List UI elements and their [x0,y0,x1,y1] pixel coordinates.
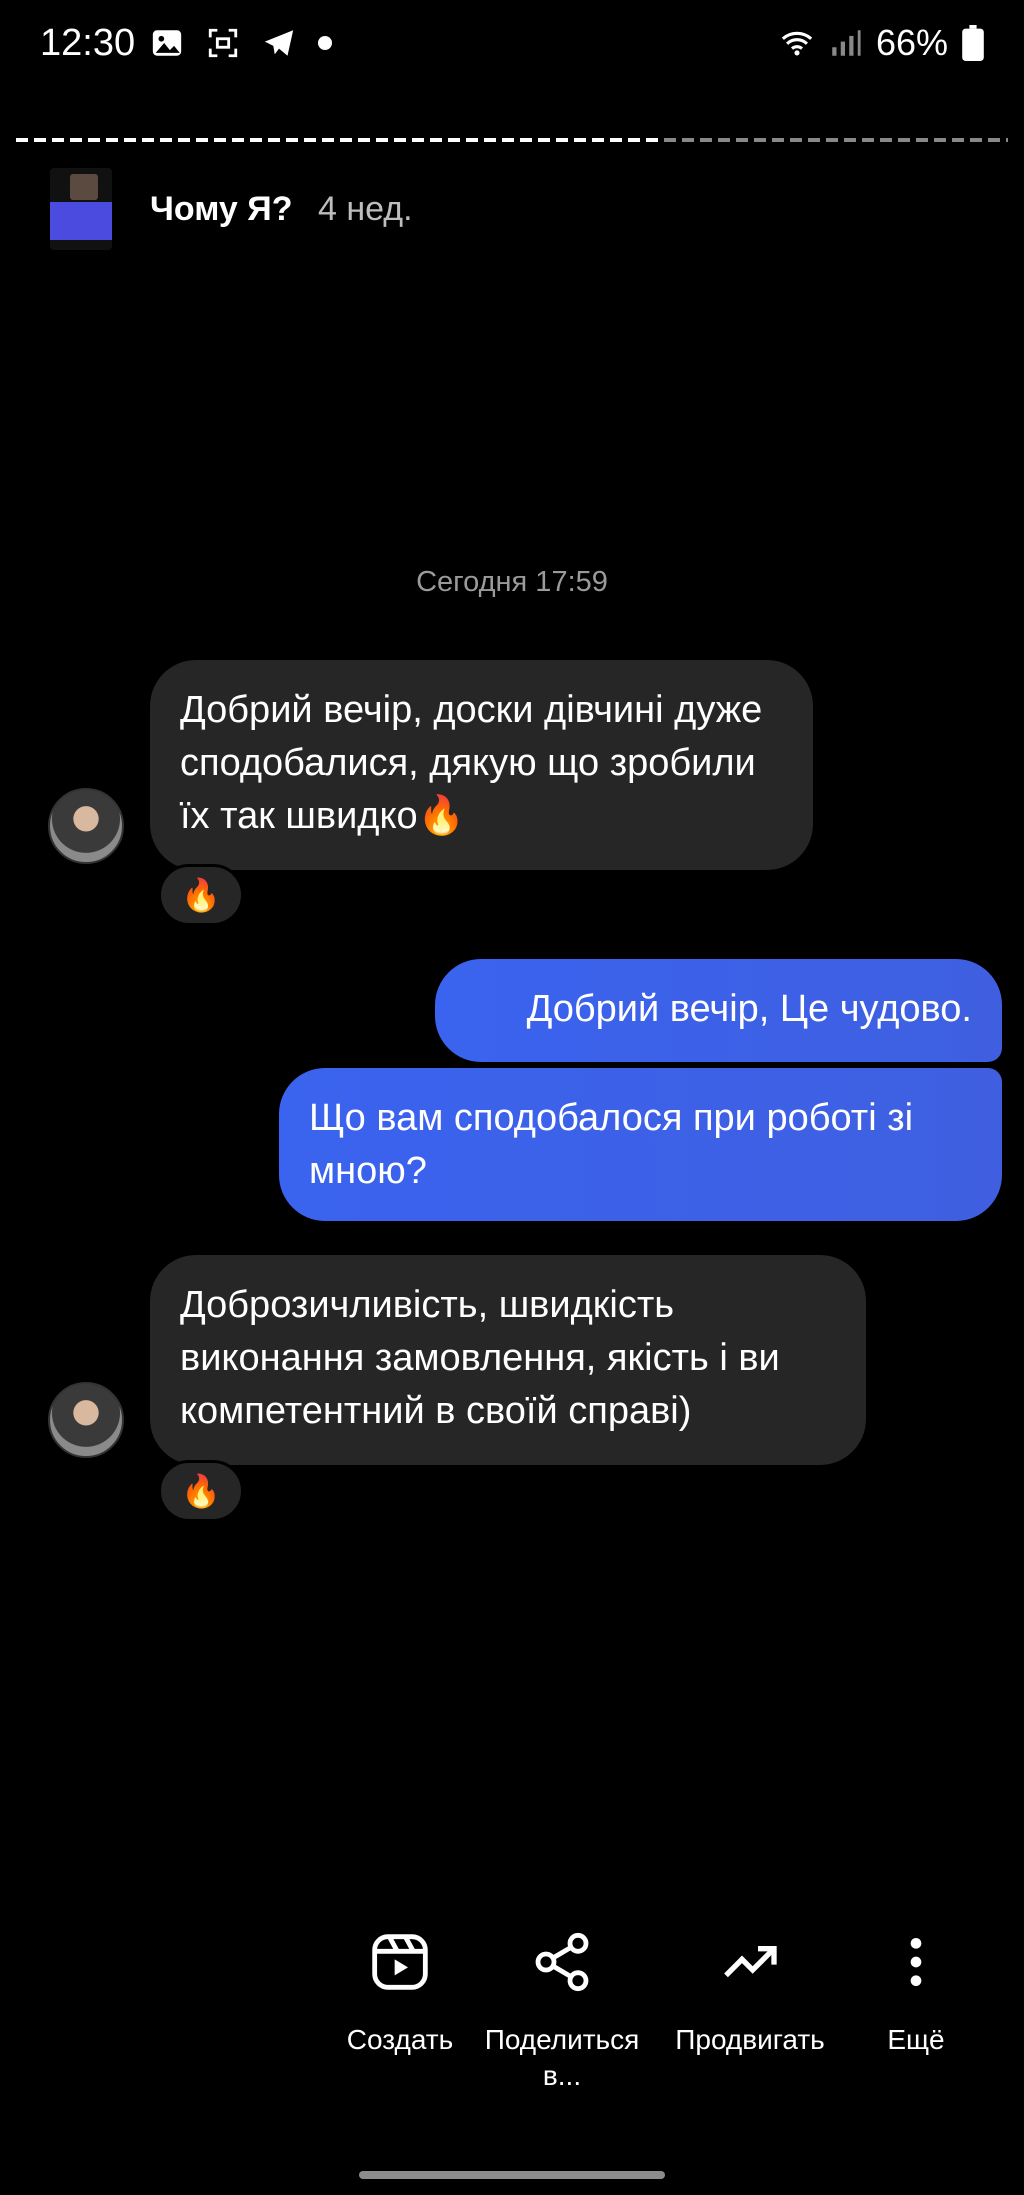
status-bar: 12:30 66% [0,0,1024,90]
reels-icon [372,1934,428,1990]
create-label: Создать [346,2024,454,2055]
story-title[interactable]: Чому Я? [150,190,292,229]
more-button[interactable]: Ещё [866,1930,966,2058]
story-progress-remaining [664,138,1008,142]
battery-percent: 66% [875,22,948,63]
share-icon [535,1932,589,1992]
home-indicator[interactable] [359,2171,665,2179]
message-incoming: Доброзичливість, швидкість виконання зам… [150,1255,866,1465]
thumb-photo [70,174,98,200]
promote-label: Продвигать [675,2024,825,2055]
dot-icon [318,36,332,50]
story-thumbnail[interactable] [50,168,112,250]
share-label: Поделиться в... [484,2024,640,2091]
story-age: 4 нед. [318,190,413,228]
message-outgoing: Добрий вечір, Це чудово. [435,959,1002,1062]
thumb-bubble [50,202,112,240]
gallery-icon [152,30,182,56]
more-label: Ещё [887,2024,945,2055]
wifi-icon [781,31,813,56]
message-outgoing: Що вам сподобалося при роботі зі мною? [279,1068,1002,1221]
chat-timestamp: Сегодня 17:59 [416,566,608,598]
more-vertical-icon [910,1938,922,1986]
reaction-fire: 🔥 [158,1460,244,1522]
status-time: 12:30 [40,22,136,64]
story-progress-bar [16,138,1008,142]
share-button[interactable]: Поделиться в... [472,1930,652,2094]
telegram-icon [264,30,294,56]
screenshot-icon [208,28,238,58]
battery-icon [962,25,984,61]
message-incoming: Добрий вечір, доски дівчині дуже сподоба… [150,660,813,870]
avatar [48,1382,124,1458]
create-button[interactable]: Создать [330,1930,470,2058]
system-icons: 66% [780,22,984,64]
signal-icon [832,30,861,56]
notification-icons [150,26,332,60]
promote-button[interactable]: Продвигать [660,1930,840,2058]
avatar [48,788,124,864]
reaction-fire: 🔥 [158,864,244,926]
story-header: Чому Я? 4 нед. [0,160,1024,260]
story-actions: Создать Поделиться в... Продвигать Ещё [0,1930,1024,2110]
trending-up-icon [724,1946,777,1978]
